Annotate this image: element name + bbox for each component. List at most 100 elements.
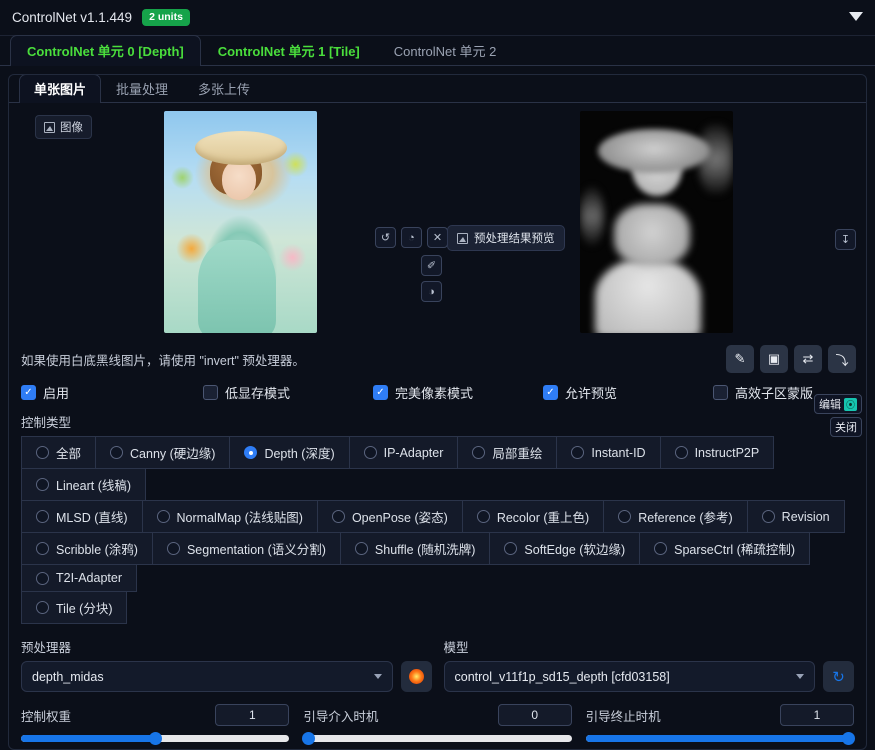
model-group: 模型 control_v11f1p_sd15_depth [cfd03158] … [443, 637, 854, 692]
tab-unit-0[interactable]: ControlNet 单元 0 [Depth] [10, 35, 201, 66]
send-dimensions-button[interactable]: ⤵ [828, 345, 856, 373]
radio-label: T2I-Adapter [56, 571, 123, 585]
control-type-scribble[interactable]: Scribble (涂鸦) [21, 532, 153, 565]
model-select[interactable]: control_v11f1p_sd15_depth [cfd03158] [443, 661, 815, 692]
checkbox-low-vram[interactable]: 低显存模式 [203, 383, 373, 402]
swap-input-button[interactable]: ⇄ [794, 345, 822, 373]
chevron-down-icon [796, 674, 804, 679]
control-type-sparsectrl[interactable]: SparseCtrl (稀疏控制) [639, 532, 810, 565]
picture-icon [44, 121, 55, 133]
control-type-reference[interactable]: Reference (参考) [603, 500, 748, 533]
checkbox-box: ✓ [21, 385, 36, 400]
open-new-canvas-button[interactable]: ✎ [726, 345, 754, 373]
control-type-shuffle[interactable]: Shuffle (随机洗牌) [339, 532, 491, 565]
control-type-softedge[interactable]: SoftEdge (软边缘) [489, 532, 641, 565]
guidance-end-value[interactable]: 1 [779, 704, 854, 726]
tab-unit-1[interactable]: ControlNet 单元 1 [Tile] [201, 35, 377, 66]
input-image-layer [194, 130, 287, 165]
control-type-t2i-adapter[interactable]: T2I-Adapter [21, 564, 138, 592]
close-preview-button[interactable]: 关闭 [830, 417, 862, 437]
brush-icon[interactable]: ✐ [421, 255, 442, 276]
eraser-icon[interactable]: ◔ [401, 227, 422, 248]
weights-row: 控制权重 1 引导介入时机 0 引导终止时机 1 [9, 692, 866, 745]
tab-single-image[interactable]: 单张图片 [19, 75, 102, 103]
camera-capture-button[interactable]: ▣ [760, 345, 788, 373]
unit-content-box: 单张图片 批量处理 多张上传 图像 ↺ ◔ ✕ ✐ ◑ 预处理结果预览 ↧ 编辑… [8, 74, 867, 750]
checkbox-label: 完美像素模式 [395, 386, 474, 401]
checkbox-enable[interactable]: ✓ 启用 [21, 383, 203, 402]
guidance-end-slider[interactable] [585, 732, 855, 745]
control-type-lineart[interactable]: Lineart (线稿) [21, 468, 147, 501]
tab-unit-2[interactable]: ControlNet 单元 2 [377, 35, 514, 66]
radio-label: Revision [781, 509, 830, 524]
control-type-canny[interactable]: Canny (硬边缘) [95, 436, 231, 469]
control-weight-value[interactable]: 1 [215, 704, 290, 726]
depth-layer [598, 128, 711, 173]
preview-overlay-buttons: 编辑 ⦿ 关闭 [814, 394, 862, 437]
refresh-models-button[interactable]: ↻ [823, 661, 854, 692]
control-type-normalmap[interactable]: NormalMap (法线贴图) [141, 500, 318, 533]
explosion-icon [408, 669, 424, 684]
radio-dot [476, 510, 490, 523]
radio-dot [761, 510, 775, 523]
control-type-ip-adapter[interactable]: IP-Adapter [348, 436, 459, 469]
tab-multi-upload[interactable]: 多张上传 [183, 75, 265, 103]
tab-batch[interactable]: 批量处理 [101, 75, 183, 103]
guidance-end-group: 引导终止时机 1 [585, 704, 855, 745]
control-type-instructp2p[interactable]: InstructP2P [659, 436, 775, 469]
control-type-tile[interactable]: Tile (分块) [21, 591, 128, 624]
close-icon[interactable]: ✕ [427, 227, 448, 248]
radio-label: Reference (参考) [638, 511, 733, 525]
control-type-inpaint[interactable]: 局部重绘 [457, 436, 558, 469]
radio-label: Canny (硬边缘) [130, 447, 216, 461]
checkbox-label: 允许预览 [565, 386, 618, 401]
checkbox-effective-region-mask[interactable]: 高效子区蒙版 [713, 383, 813, 402]
download-icon[interactable]: ↧ [835, 229, 856, 250]
control-type-openpose[interactable]: OpenPose (姿态) [316, 500, 463, 533]
canvas-toolbar: ↺ ◔ ✕ [375, 227, 448, 248]
input-image-layer [197, 239, 276, 333]
control-type-mlsd[interactable]: MLSD (直线) [21, 500, 143, 533]
checkbox-pixel-perfect[interactable]: ✓ 完美像素模式 [373, 383, 543, 402]
control-type-segmentation[interactable]: Segmentation (语义分割) [151, 532, 341, 565]
preprocess-result-image[interactable] [580, 111, 733, 333]
radio-label: SparseCtrl (稀疏控制) [674, 543, 795, 557]
slider-fill [585, 735, 854, 742]
radio-dot [36, 510, 49, 523]
panel-header: ControlNet v1.1.449 2 units [0, 0, 875, 36]
radio-label: Depth (深度) [264, 447, 335, 461]
preprocess-preview-chip[interactable]: 预处理结果预览 [447, 225, 565, 251]
radio-dot [618, 510, 632, 523]
slider-knob[interactable] [841, 732, 855, 745]
checkbox-allow-preview[interactable]: ✓ 允许预览 [543, 383, 713, 402]
run-preprocessor-button[interactable] [400, 661, 432, 692]
radio-label: Shuffle (随机洗牌) [374, 543, 476, 557]
image-label-chip: 图像 [35, 115, 92, 139]
control-type-depth[interactable]: Depth (深度) [229, 436, 350, 469]
radio-label: Tile (分块) [56, 602, 113, 616]
control-type-recolor[interactable]: Recolor (重上色) [461, 500, 605, 533]
chevron-down-icon[interactable] [849, 12, 863, 21]
input-image-layer [222, 159, 257, 200]
edit-button[interactable]: 编辑 ⦿ [814, 394, 862, 414]
close-preview-label: 关闭 [835, 422, 857, 434]
control-weight-slider[interactable] [21, 732, 290, 745]
guidance-start-slider[interactable] [302, 732, 572, 745]
input-image[interactable] [164, 111, 317, 333]
depth-layer [580, 186, 604, 247]
color-picker-icon[interactable]: ◑ [421, 281, 442, 302]
preprocessor-select[interactable]: depth_midas [21, 661, 393, 692]
guidance-start-value[interactable]: 0 [497, 704, 572, 726]
checkbox-label: 高效子区蒙版 [735, 386, 814, 401]
control-type-revision[interactable]: Revision [746, 500, 845, 533]
radio-dot [472, 446, 486, 459]
radio-dot [331, 510, 345, 523]
invert-hint: 如果使用白底黑线图片，请使用 "invert" 预处理器。 [21, 353, 305, 368]
control-type-all[interactable]: 全部 [21, 436, 97, 469]
checkbox-box: ✓ [373, 385, 388, 400]
radio-label: Scribble (涂鸦) [56, 543, 138, 557]
radio-label: IP-Adapter [383, 445, 444, 460]
control-type-row-2: MLSD (直线) NormalMap (法线贴图) OpenPose (姿态)… [9, 500, 866, 533]
control-type-instant-id[interactable]: Instant-ID [556, 436, 661, 469]
undo-icon[interactable]: ↺ [375, 227, 396, 248]
